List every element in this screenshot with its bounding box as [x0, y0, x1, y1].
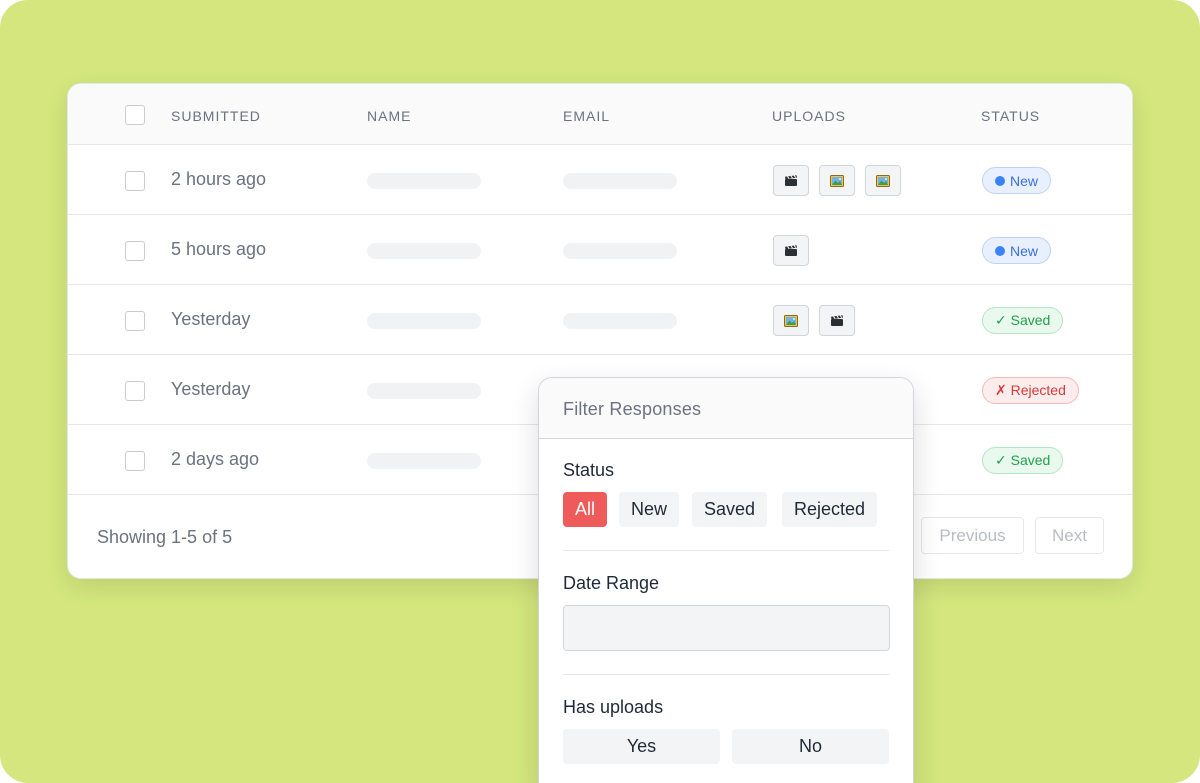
- status-label: New: [1010, 242, 1039, 259]
- has-uploads-yes-button[interactable]: Yes: [563, 729, 720, 764]
- name-placeholder: [367, 453, 481, 469]
- video-icon[interactable]: [773, 235, 809, 266]
- header-email[interactable]: EMAIL: [563, 108, 610, 124]
- submitted-time: 2 days ago: [171, 449, 260, 469]
- filter-header: Filter Responses: [539, 378, 913, 439]
- row-checkbox[interactable]: [125, 381, 145, 401]
- row-checkbox[interactable]: [125, 171, 145, 191]
- image-icon[interactable]: [819, 165, 855, 196]
- submitted-time: 5 hours ago: [171, 239, 267, 259]
- select-all-checkbox[interactable]: [125, 105, 145, 125]
- status-badge: ✓ Saved: [982, 307, 1064, 334]
- row-checkbox[interactable]: [125, 311, 145, 331]
- pagination-summary: Showing 1-5 of 5: [97, 527, 233, 547]
- has-uploads-label: Has uploads: [563, 697, 664, 717]
- status-chip-new[interactable]: New: [619, 492, 680, 527]
- email-placeholder: [563, 313, 677, 329]
- uploads-list: [773, 165, 901, 196]
- image-icon[interactable]: [865, 165, 901, 196]
- submitted-time: Yesterday: [171, 309, 251, 329]
- table-row[interactable]: 5 hours ago New: [68, 215, 1132, 285]
- divider: [563, 550, 889, 551]
- name-placeholder: [367, 313, 481, 329]
- status-badge: ✓ Saved: [982, 447, 1064, 474]
- status-badge: New: [982, 167, 1052, 194]
- header-status[interactable]: STATUS: [981, 108, 1040, 124]
- email-placeholder: [563, 243, 677, 259]
- previous-button[interactable]: Previous: [921, 517, 1024, 554]
- submitted-time: Yesterday: [171, 379, 251, 399]
- status-badge: ✗ Rejected: [982, 377, 1079, 404]
- uploads-list: [773, 305, 855, 336]
- table-header: SUBMITTED NAME EMAIL UPLOADS STATUS: [68, 84, 1132, 145]
- filter-title: Filter Responses: [563, 399, 702, 419]
- has-uploads-no-button[interactable]: No: [732, 729, 889, 764]
- uploads-list: [773, 235, 809, 266]
- header-name[interactable]: NAME: [367, 108, 411, 124]
- status-filter-label: Status: [563, 460, 615, 480]
- video-icon[interactable]: [819, 305, 855, 336]
- canvas-background: SUBMITTED NAME EMAIL UPLOADS STATUS 2 ho…: [0, 0, 1200, 783]
- email-placeholder: [563, 173, 677, 189]
- header-uploads[interactable]: UPLOADS: [772, 108, 846, 124]
- status-chip-saved[interactable]: Saved: [692, 492, 768, 527]
- status-label: ✗ Rejected: [995, 382, 1066, 398]
- date-range-label: Date Range: [563, 573, 660, 593]
- status-chip-rejected[interactable]: Rejected: [782, 492, 878, 527]
- row-checkbox[interactable]: [125, 451, 145, 471]
- name-placeholder: [367, 243, 481, 259]
- table-row[interactable]: 2 hours ago New: [68, 145, 1132, 215]
- status-label: ✓ Saved: [995, 452, 1051, 468]
- submitted-time: 2 hours ago: [171, 169, 267, 189]
- status-chip-all[interactable]: All: [563, 492, 608, 527]
- row-checkbox[interactable]: [125, 241, 145, 261]
- date-range-input[interactable]: [563, 605, 890, 651]
- status-badge: New: [982, 237, 1052, 264]
- next-button[interactable]: Next: [1035, 517, 1104, 554]
- image-icon[interactable]: [773, 305, 809, 336]
- table-row[interactable]: Yesterday ✓ Saved: [68, 285, 1132, 355]
- status-label: New: [1010, 172, 1039, 189]
- header-submitted[interactable]: SUBMITTED: [171, 108, 261, 124]
- status-label: ✓ Saved: [995, 312, 1051, 328]
- name-placeholder: [367, 173, 481, 189]
- divider: [563, 674, 889, 675]
- status-dot-icon: [995, 175, 1005, 186]
- status-dot-icon: [995, 245, 1005, 256]
- filter-panel: Filter Responses Status All New Saved Re…: [538, 377, 914, 783]
- name-placeholder: [367, 383, 481, 399]
- video-icon[interactable]: [773, 165, 809, 196]
